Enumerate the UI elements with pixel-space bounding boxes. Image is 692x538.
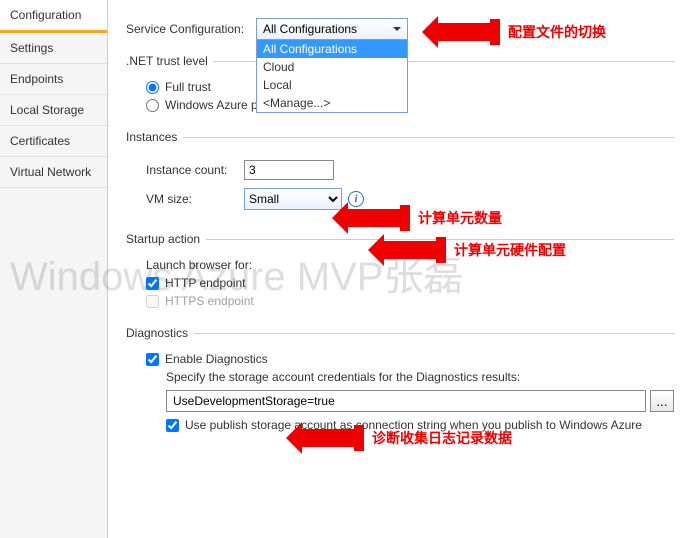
storage-browse-button[interactable]: ... bbox=[650, 390, 674, 412]
combo-option-cloud[interactable]: Cloud bbox=[257, 58, 407, 76]
service-config-label: Service Configuration: bbox=[126, 22, 256, 36]
service-config-combo[interactable]: All Configurations All Configurations Cl… bbox=[256, 18, 408, 40]
vm-size-select[interactable]: Small bbox=[244, 188, 342, 210]
startup-legend: Startup action bbox=[126, 232, 206, 246]
enable-diagnostics-label: Enable Diagnostics bbox=[165, 352, 268, 366]
instance-count-label: Instance count: bbox=[146, 163, 244, 177]
instances-legend: Instances bbox=[126, 130, 183, 144]
sidebar-item-endpoints[interactable]: Endpoints bbox=[0, 64, 107, 95]
sidebar: Configuration Settings Endpoints Local S… bbox=[0, 0, 108, 538]
full-trust-radio[interactable] bbox=[146, 81, 159, 94]
partial-trust-radio[interactable] bbox=[146, 99, 159, 112]
use-publish-storage-label: Use publish storage account as connectio… bbox=[185, 418, 642, 432]
sidebar-item-configuration[interactable]: Configuration bbox=[0, 0, 107, 33]
service-config-dropdown: All Configurations Cloud Local <Manage..… bbox=[256, 39, 408, 113]
sidebar-item-certificates[interactable]: Certificates bbox=[0, 126, 107, 157]
diagnostics-legend: Diagnostics bbox=[126, 326, 194, 340]
specify-storage-label: Specify the storage account credentials … bbox=[166, 370, 674, 384]
startup-fieldset: Startup action Launch browser for: HTTP … bbox=[126, 232, 674, 312]
launch-browser-label: Launch browser for: bbox=[146, 258, 674, 272]
main-panel: Service Configuration: All Configuration… bbox=[108, 0, 692, 538]
vm-size-label: VM size: bbox=[146, 192, 244, 206]
use-publish-storage-checkbox[interactable] bbox=[166, 419, 179, 432]
trust-legend: .NET trust level bbox=[126, 54, 214, 68]
http-endpoint-checkbox[interactable] bbox=[146, 277, 159, 290]
instance-count-input[interactable] bbox=[244, 160, 334, 180]
storage-account-input[interactable] bbox=[166, 390, 646, 412]
https-endpoint-checkbox bbox=[146, 295, 159, 308]
info-icon[interactable]: i bbox=[348, 191, 364, 207]
https-endpoint-label: HTTPS endpoint bbox=[165, 294, 254, 308]
instances-fieldset: Instances Instance count: VM size: Small… bbox=[126, 130, 674, 218]
sidebar-item-settings[interactable]: Settings bbox=[0, 33, 107, 64]
full-trust-label: Full trust bbox=[165, 80, 211, 94]
combo-option-all[interactable]: All Configurations bbox=[257, 40, 407, 58]
service-config-selected[interactable]: All Configurations bbox=[256, 18, 408, 40]
combo-option-manage[interactable]: <Manage...> bbox=[257, 94, 407, 112]
diagnostics-fieldset: Diagnostics Enable Diagnostics Specify t… bbox=[126, 326, 674, 436]
enable-diagnostics-checkbox[interactable] bbox=[146, 353, 159, 366]
combo-option-local[interactable]: Local bbox=[257, 76, 407, 94]
sidebar-item-local-storage[interactable]: Local Storage bbox=[0, 95, 107, 126]
http-endpoint-label: HTTP endpoint bbox=[165, 276, 246, 290]
sidebar-item-virtual-network[interactable]: Virtual Network bbox=[0, 157, 107, 188]
